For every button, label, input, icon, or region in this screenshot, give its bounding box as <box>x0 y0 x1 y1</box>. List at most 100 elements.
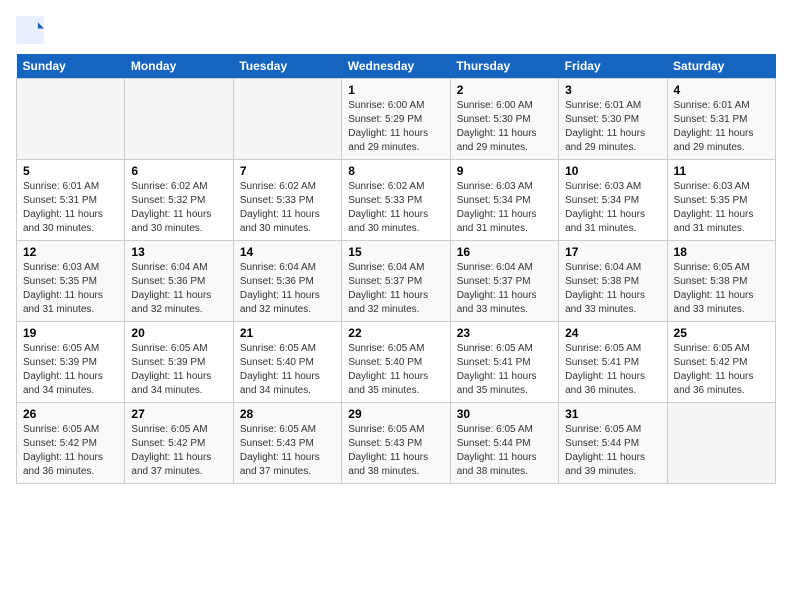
day-info: Sunrise: 6:03 AM Sunset: 5:34 PM Dayligh… <box>565 180 660 236</box>
day-info: Sunrise: 6:01 AM Sunset: 5:31 PM Dayligh… <box>23 180 118 236</box>
day-info: Sunrise: 6:04 AM Sunset: 5:36 PM Dayligh… <box>240 261 335 317</box>
day-number: 7 <box>240 164 335 178</box>
day-info: Sunrise: 6:00 AM Sunset: 5:30 PM Dayligh… <box>457 99 552 155</box>
day-number: 8 <box>348 164 443 178</box>
calendar-day-cell: 23Sunrise: 6:05 AM Sunset: 5:41 PM Dayli… <box>450 322 558 403</box>
day-info: Sunrise: 6:05 AM Sunset: 5:43 PM Dayligh… <box>348 423 443 479</box>
day-info: Sunrise: 6:02 AM Sunset: 5:33 PM Dayligh… <box>348 180 443 236</box>
calendar-day-cell: 4Sunrise: 6:01 AM Sunset: 5:31 PM Daylig… <box>667 79 775 160</box>
day-number: 9 <box>457 164 552 178</box>
calendar-day-cell: 14Sunrise: 6:04 AM Sunset: 5:36 PM Dayli… <box>233 241 341 322</box>
calendar-day-cell: 19 Sunrise: 6:05 AM Sunset: 5:39 PM Dayli… <box>17 322 125 403</box>
day-number: 29 <box>348 407 443 421</box>
calendar-week-row: 1 Sunrise: 6:00 AM Sunset: 5:29 PM Daylig… <box>17 79 776 160</box>
calendar-day-cell: 1 Sunrise: 6:00 AM Sunset: 5:29 PM Daylig… <box>342 79 450 160</box>
calendar-day-cell: 2 Sunrise: 6:00 AM Sunset: 5:30 PM Daylig… <box>450 79 558 160</box>
calendar-header: SundayMondayTuesdayWednesdayThursdayFrid… <box>17 54 776 79</box>
day-info: Sunrise: 6:03 AM Sunset: 5:34 PM Dayligh… <box>457 180 552 236</box>
calendar-day-cell: 12 Sunrise: 6:03 AM Sunset: 5:35 PM Dayli… <box>17 241 125 322</box>
calendar-day-cell: 15 Sunrise: 6:04 AM Sunset: 5:37 PM Dayli… <box>342 241 450 322</box>
day-info: Sunrise: 6:03 AM Sunset: 5:35 PM Dayligh… <box>674 180 769 236</box>
calendar-day-cell: 21 Sunrise: 6:05 AM Sunset: 5:40 PM Dayli… <box>233 322 341 403</box>
day-info: Sunrise: 6:05 AM Sunset: 5:42 PM Dayligh… <box>23 423 118 479</box>
day-info: Sunrise: 6:05 AM Sunset: 5:39 PM Dayligh… <box>23 342 118 398</box>
calendar-day-cell: 28 Sunrise: 6:05 AM Sunset: 5:43 PM Dayli… <box>233 403 341 484</box>
day-info: Sunrise: 6:05 AM Sunset: 5:41 PM Dayligh… <box>457 342 552 398</box>
day-of-week-header: Friday <box>559 54 667 79</box>
calendar-day-cell: 13 Sunrise: 6:04 AM Sunset: 5:36 PM Dayli… <box>125 241 233 322</box>
day-info: Sunrise: 6:05 AM Sunset: 5:43 PM Dayligh… <box>240 423 335 479</box>
day-number: 22 <box>348 326 443 340</box>
day-of-week-header: Thursday <box>450 54 558 79</box>
day-info: Sunrise: 6:02 AM Sunset: 5:32 PM Dayligh… <box>131 180 226 236</box>
page-header <box>16 16 776 44</box>
day-number: 6 <box>131 164 226 178</box>
calendar-week-row: 19 Sunrise: 6:05 AM Sunset: 5:39 PM Dayli… <box>17 322 776 403</box>
day-number: 21 <box>240 326 335 340</box>
calendar-day-cell: 10 Sunrise: 6:03 AM Sunset: 5:34 PM Dayli… <box>559 160 667 241</box>
day-info: Sunrise: 6:05 AM Sunset: 5:39 PM Dayligh… <box>131 342 226 398</box>
day-number: 12 <box>23 245 118 259</box>
calendar-day-cell: 30Sunrise: 6:05 AM Sunset: 5:44 PM Dayli… <box>450 403 558 484</box>
day-info: Sunrise: 6:05 AM Sunset: 5:44 PM Dayligh… <box>565 423 660 479</box>
day-info: Sunrise: 6:04 AM Sunset: 5:37 PM Dayligh… <box>457 261 552 317</box>
day-of-week-header: Wednesday <box>342 54 450 79</box>
calendar-day-cell: 24 Sunrise: 6:05 AM Sunset: 5:41 PM Dayli… <box>559 322 667 403</box>
day-number: 18 <box>674 245 769 259</box>
day-number: 28 <box>240 407 335 421</box>
logo-icon <box>16 16 44 44</box>
calendar-day-cell: 7 Sunrise: 6:02 AM Sunset: 5:33 PM Daylig… <box>233 160 341 241</box>
day-info: Sunrise: 6:04 AM Sunset: 5:37 PM Dayligh… <box>348 261 443 317</box>
day-of-week-header: Monday <box>125 54 233 79</box>
day-number: 11 <box>674 164 769 178</box>
day-info: Sunrise: 6:05 AM Sunset: 5:42 PM Dayligh… <box>131 423 226 479</box>
calendar-day-cell: 29 Sunrise: 6:05 AM Sunset: 5:43 PM Dayli… <box>342 403 450 484</box>
calendar-day-cell <box>125 79 233 160</box>
day-number: 10 <box>565 164 660 178</box>
calendar-day-cell: 25Sunrise: 6:05 AM Sunset: 5:42 PM Dayli… <box>667 322 775 403</box>
day-number: 19 <box>23 326 118 340</box>
calendar-day-cell <box>667 403 775 484</box>
day-number: 26 <box>23 407 118 421</box>
day-info: Sunrise: 6:05 AM Sunset: 5:40 PM Dayligh… <box>240 342 335 398</box>
calendar-week-row: 5Sunrise: 6:01 AM Sunset: 5:31 PM Daylig… <box>17 160 776 241</box>
day-number: 13 <box>131 245 226 259</box>
calendar-body: 1 Sunrise: 6:00 AM Sunset: 5:29 PM Daylig… <box>17 79 776 484</box>
day-info: Sunrise: 6:05 AM Sunset: 5:38 PM Dayligh… <box>674 261 769 317</box>
day-of-week-header: Saturday <box>667 54 775 79</box>
day-info: Sunrise: 6:00 AM Sunset: 5:29 PM Dayligh… <box>348 99 443 155</box>
day-info: Sunrise: 6:02 AM Sunset: 5:33 PM Dayligh… <box>240 180 335 236</box>
day-number: 15 <box>348 245 443 259</box>
day-number: 4 <box>674 83 769 97</box>
calendar-day-cell: 18 Sunrise: 6:05 AM Sunset: 5:38 PM Dayli… <box>667 241 775 322</box>
calendar-day-cell: 8 Sunrise: 6:02 AM Sunset: 5:33 PM Daylig… <box>342 160 450 241</box>
day-number: 27 <box>131 407 226 421</box>
day-number: 20 <box>131 326 226 340</box>
calendar-table: SundayMondayTuesdayWednesdayThursdayFrid… <box>16 54 776 484</box>
calendar-day-cell: 26 Sunrise: 6:05 AM Sunset: 5:42 PM Dayli… <box>17 403 125 484</box>
day-number: 3 <box>565 83 660 97</box>
day-info: Sunrise: 6:04 AM Sunset: 5:36 PM Dayligh… <box>131 261 226 317</box>
calendar-day-cell: 22Sunrise: 6:05 AM Sunset: 5:40 PM Dayli… <box>342 322 450 403</box>
day-info: Sunrise: 6:04 AM Sunset: 5:38 PM Dayligh… <box>565 261 660 317</box>
day-info: Sunrise: 6:05 AM Sunset: 5:42 PM Dayligh… <box>674 342 769 398</box>
day-number: 1 <box>348 83 443 97</box>
calendar-day-cell: 20 Sunrise: 6:05 AM Sunset: 5:39 PM Dayli… <box>125 322 233 403</box>
day-info: Sunrise: 6:01 AM Sunset: 5:30 PM Dayligh… <box>565 99 660 155</box>
logo <box>16 16 48 44</box>
calendar-day-cell: 5Sunrise: 6:01 AM Sunset: 5:31 PM Daylig… <box>17 160 125 241</box>
calendar-day-cell: 11 Sunrise: 6:03 AM Sunset: 5:35 PM Dayli… <box>667 160 775 241</box>
day-number: 16 <box>457 245 552 259</box>
day-number: 24 <box>565 326 660 340</box>
calendar-week-row: 12 Sunrise: 6:03 AM Sunset: 5:35 PM Dayli… <box>17 241 776 322</box>
calendar-day-cell: 27 Sunrise: 6:05 AM Sunset: 5:42 PM Dayli… <box>125 403 233 484</box>
day-number: 31 <box>565 407 660 421</box>
day-number: 17 <box>565 245 660 259</box>
calendar-day-cell: 3 Sunrise: 6:01 AM Sunset: 5:30 PM Daylig… <box>559 79 667 160</box>
day-of-week-header: Tuesday <box>233 54 341 79</box>
day-info: Sunrise: 6:03 AM Sunset: 5:35 PM Dayligh… <box>23 261 118 317</box>
day-info: Sunrise: 6:05 AM Sunset: 5:41 PM Dayligh… <box>565 342 660 398</box>
day-number: 30 <box>457 407 552 421</box>
day-number: 2 <box>457 83 552 97</box>
calendar-day-cell: 17 Sunrise: 6:04 AM Sunset: 5:38 PM Dayli… <box>559 241 667 322</box>
